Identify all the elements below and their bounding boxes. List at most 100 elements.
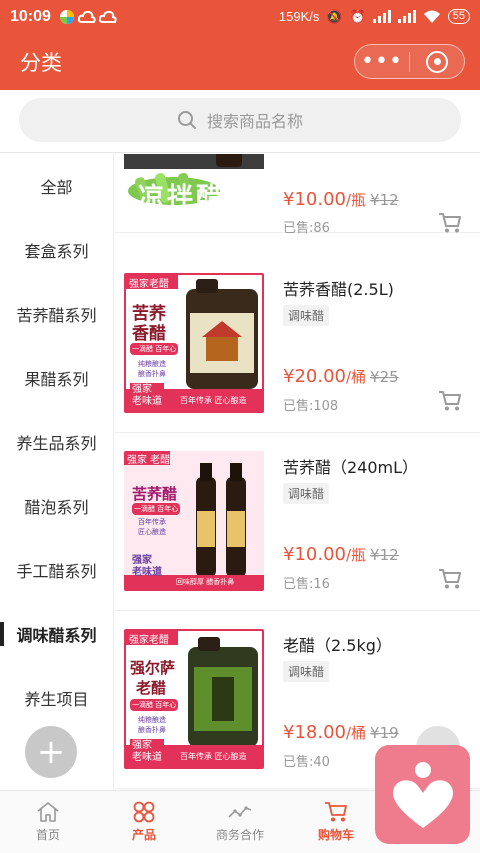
original-price: ¥12 — [370, 546, 399, 564]
image-badge: 强家 老醋 — [127, 455, 171, 466]
page-title: 分类 — [20, 51, 62, 75]
image-point: 匠心酿造 — [138, 528, 166, 536]
search-placeholder: 搜索商品名称 — [206, 112, 303, 131]
product-name: 苦荞醋（240mL） — [283, 458, 419, 477]
category-sidebar: 全部 套盒系列 苦荞醋系列 果醋系列 养生品系列 醋泡系列 手工醋系列 调味醋系… — [0, 154, 114, 790]
product-image: 凉拌醋 — [124, 154, 264, 213]
more-button[interactable]: ••• — [355, 45, 409, 78]
category-item-health-products[interactable]: 养生品系列 — [0, 410, 113, 474]
category-item-seasoning-vinegar[interactable]: 调味醋系列 — [0, 602, 113, 666]
image-subtitle: 一滴醋 百年心 — [130, 343, 179, 355]
product-sold-count: 已售:40 — [283, 755, 330, 770]
add-to-cart-icon[interactable] — [438, 212, 462, 234]
category-item-fruit-vinegar[interactable]: 果醋系列 — [0, 346, 113, 410]
category-item-health-projects[interactable]: 养生项目 — [0, 666, 113, 730]
category-item-handmade-vinegar[interactable]: 手工醋系列 — [0, 538, 113, 602]
product-sold-count: 已售:86 — [283, 221, 330, 236]
image-slogan: 百年传承 匠心酿造 — [180, 396, 247, 405]
product-name: 老醋（2.5kg） — [283, 636, 392, 655]
original-price: ¥12 — [370, 191, 399, 209]
plus-icon: + — [36, 732, 66, 772]
status-bar: 10:09 159K/s 🔕 ⏰ 55 — [0, 0, 480, 33]
status-right: 159K/s 🔕 ⏰ 55 — [279, 9, 470, 25]
miniprogram-capsule: ••• — [354, 44, 465, 79]
original-price: ¥25 — [370, 368, 399, 386]
trend-icon — [228, 806, 252, 818]
close-miniprogram-button[interactable] — [410, 45, 464, 78]
image-point: 酿香扑鼻 — [138, 726, 166, 734]
image-badge: 强家老醋 — [129, 635, 169, 646]
category-label: 苦荞醋系列 — [16, 306, 97, 325]
product-tag: 调味醋 — [283, 483, 330, 504]
nav-label: 产品 — [131, 828, 156, 842]
image-subtitle: 一滴醋 百年心 — [130, 699, 179, 711]
image-slogan: 回味醇厚 醋香扑鼻 — [176, 578, 235, 586]
product-card[interactable]: 凉拌醋 ¥10.00/瓶 ¥12 已售:86 — [115, 154, 480, 236]
image-title-line-2: 老醋 — [136, 679, 167, 697]
image-point: 百年传承 — [138, 518, 166, 526]
nav-item-home[interactable]: 首页 — [0, 791, 96, 853]
add-to-cart-icon[interactable] — [438, 568, 462, 590]
product-card[interactable]: 强家老醋 苦荞 香醋 一滴醋 百年心 纯粮酿造 酿香扑鼻 强家 老味道 百年传承… — [115, 255, 480, 433]
category-label: 养生品系列 — [16, 434, 97, 453]
title-bar: 分类 ••• — [0, 33, 480, 90]
product-list: 凉拌醋 ¥10.00/瓶 ¥12 已售:86 强家老醋 苦荞 香醋 一滴醋 百年心 — [115, 154, 480, 790]
nav-item-cart[interactable]: 购物车 — [288, 791, 384, 853]
app-icon — [59, 9, 74, 24]
category-label: 套盒系列 — [24, 242, 89, 261]
image-title-line-2: 香醋 — [132, 324, 166, 344]
product-price: ¥20.00/桶 ¥25 — [283, 366, 399, 387]
product-price: ¥10.00/瓶 ¥12 — [283, 189, 399, 210]
battery-icon: 55 — [447, 9, 470, 24]
image-brand: 强家 老味道 — [130, 383, 164, 409]
add-button[interactable]: + — [25, 726, 77, 778]
category-item-vinegar-soak[interactable]: 醋泡系列 — [0, 474, 113, 538]
cloud-icon — [77, 10, 96, 23]
image-brand: 强家 老味道 — [130, 739, 164, 765]
status-app-icons — [59, 9, 117, 25]
product-sold-count: 已售:16 — [283, 577, 330, 592]
product-card[interactable]: 强家 老醋 苦荞醋 一滴醋 百年心 百年传承 匠心酿造 强家 老味道 回味醇厚 … — [115, 433, 480, 611]
category-item-gift-box[interactable]: 套盒系列 — [0, 218, 113, 282]
category-label: 养生项目 — [24, 690, 89, 709]
product-name: 苦荞香醋(2.5L) — [283, 280, 394, 299]
image-point: 酿香扑鼻 — [138, 370, 166, 378]
image-point: 纯粮酿造 — [138, 360, 166, 368]
product-sold-count: 已售:108 — [283, 399, 339, 414]
category-label: 果醋系列 — [24, 370, 89, 389]
image-subtitle: 一滴醋 百年心 — [132, 503, 181, 515]
nav-item-business[interactable]: 商务合作 — [192, 791, 288, 853]
category-label: 醋泡系列 — [24, 498, 89, 517]
product-tag: 调味醋 — [283, 661, 330, 682]
product-image: 强家老醋 强尔萨 老醋 一滴醋 百年心 纯粮酿造 酿香扑鼻 强家 老味道 百年传… — [124, 629, 264, 769]
image-title-line-1: 苦荞醋 — [132, 485, 178, 503]
image-badge: 强家老醋 — [129, 279, 169, 290]
category-item-buckwheat-vinegar[interactable]: 苦荞醋系列 — [0, 282, 113, 346]
more-icon: ••• — [361, 49, 403, 74]
target-icon — [426, 50, 448, 73]
cloud-icon — [98, 10, 117, 23]
search-icon — [177, 111, 196, 129]
original-price: ¥19 — [370, 724, 399, 742]
search-input[interactable]: 搜索商品名称 — [19, 98, 461, 142]
cart-icon — [325, 802, 347, 822]
search-area: 搜索商品名称 — [0, 90, 480, 153]
add-to-cart-icon[interactable] — [438, 390, 462, 412]
nav-label: 首页 — [35, 828, 60, 842]
product-tag: 调味醋 — [283, 305, 330, 326]
signal-icon — [397, 10, 416, 23]
floating-heart-widget[interactable] — [375, 745, 470, 844]
nav-label: 商务合作 — [215, 828, 264, 842]
image-title-line-1: 强尔萨 — [130, 659, 176, 677]
image-brand: 强家 老味道 — [132, 555, 162, 578]
nav-item-products[interactable]: 产品 — [96, 791, 192, 853]
category-label: 调味醋系列 — [16, 626, 97, 645]
status-time: 10:09 — [10, 7, 51, 25]
home-icon — [37, 802, 59, 822]
heart-person-icon — [392, 761, 453, 828]
nav-label: 购物车 — [317, 828, 354, 842]
category-item-all[interactable]: 全部 — [0, 154, 113, 218]
image-point: 纯粮酿造 — [138, 716, 166, 724]
network-speed: 159K/s — [278, 9, 320, 24]
wifi-icon — [423, 10, 440, 23]
